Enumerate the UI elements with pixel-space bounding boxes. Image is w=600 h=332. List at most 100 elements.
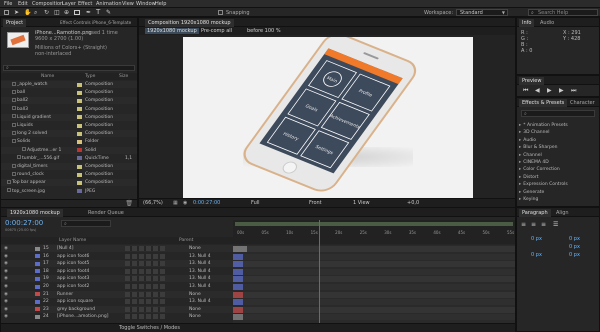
visibility-eye-icon[interactable]: ◉ — [4, 253, 8, 260]
project-item[interactable]: _apple_watch Composition — [1, 81, 137, 88]
trash-icon[interactable]: 🗑 — [125, 200, 133, 207]
project-item[interactable]: digital_timers Composition — [1, 163, 137, 170]
label-color-swatch[interactable] — [77, 82, 82, 87]
rect-tool-icon[interactable] — [74, 10, 80, 15]
label-color-swatch[interactable] — [77, 107, 82, 112]
layer-parent[interactable]: None — [189, 291, 201, 298]
col-name[interactable]: Name — [41, 73, 54, 80]
label-color-swatch[interactable] — [77, 189, 82, 194]
search-help-field[interactable]: ⌕ Search Help — [528, 9, 598, 16]
menu-window[interactable]: Window — [136, 1, 156, 7]
grid-icon[interactable]: ▦ — [173, 200, 178, 206]
layer-row[interactable]: ◉ 23 grey background None — [1, 305, 233, 313]
disclosure-triangle-icon[interactable]: ▸ — [519, 123, 521, 128]
layer-parent[interactable]: 13. Null 4 — [189, 253, 211, 260]
layer-switches[interactable] — [125, 299, 165, 305]
views-select[interactable]: 1 View — [353, 200, 370, 206]
tab-render-queue[interactable]: Render Queue — [85, 209, 127, 217]
layer-label-color[interactable] — [35, 299, 40, 304]
first-frame-icon[interactable]: ⏮ — [523, 87, 528, 95]
pan-behind-tool-icon[interactable]: ⊕ — [64, 9, 69, 16]
effects-category[interactable]: ▸ Color Correction — [519, 166, 599, 173]
workspace-select[interactable]: Standard ▼ — [456, 9, 508, 16]
layer-track-bar[interactable] — [233, 268, 515, 275]
space-before-value[interactable]: 0 px — [531, 252, 542, 258]
project-item[interactable]: ball2 Composition — [1, 97, 137, 105]
layer-in-segment[interactable] — [233, 306, 243, 313]
layer-track-bar[interactable] — [233, 306, 515, 313]
layer-row[interactable]: ◉ 22 app icon square 13. Null 4 — [1, 298, 233, 306]
effects-search[interactable]: ⌕ — [521, 110, 595, 117]
project-item[interactable]: Solids Folder — [1, 138, 137, 145]
layer-track-bar[interactable] — [233, 314, 515, 321]
visibility-eye-icon[interactable]: ◉ — [4, 245, 8, 252]
last-frame-icon[interactable]: ⏭ — [571, 87, 576, 95]
col-size[interactable]: Size — [119, 73, 128, 80]
snapping-checkbox[interactable] — [218, 10, 223, 15]
menu-composition[interactable]: Composition — [32, 1, 63, 7]
project-item[interactable]: ball Composition — [1, 89, 137, 96]
comp-canvas[interactable]: Main Profile Achievements Goals Settings… — [183, 37, 473, 198]
menu-animation[interactable]: Animation — [96, 1, 122, 7]
layer-label-color[interactable] — [35, 261, 40, 266]
layer-parent[interactable]: 13. Null 4 — [189, 260, 211, 267]
tab-effects-presets[interactable]: Effects & Presets — [519, 99, 568, 107]
project-search[interactable]: ⌕ — [3, 65, 135, 71]
layer-in-segment[interactable] — [233, 284, 243, 290]
work-area-bar[interactable] — [235, 222, 513, 226]
visibility-eye-icon[interactable]: ◉ — [4, 260, 8, 267]
layer-in-segment[interactable] — [233, 261, 243, 268]
hand-tool-icon[interactable]: ✋ — [24, 9, 31, 16]
menu-file[interactable]: File — [4, 1, 12, 7]
menu-effect[interactable]: Effect — [78, 1, 92, 7]
layer-in-segment[interactable] — [233, 291, 243, 298]
indent-first-value[interactable]: 0 px — [569, 244, 580, 250]
layer-track-bar[interactable] — [233, 276, 515, 283]
indent-right-value[interactable]: 0 px — [569, 236, 580, 242]
layer-switches[interactable] — [125, 306, 165, 312]
menu-help[interactable]: Help — [155, 1, 166, 7]
tab-paragraph[interactable]: Paragraph — [519, 209, 551, 217]
play-icon[interactable]: ▶ — [547, 87, 552, 94]
tab-align[interactable]: Align — [553, 209, 572, 217]
layer-parent[interactable]: None — [189, 306, 201, 313]
layer-in-segment[interactable] — [233, 299, 243, 306]
layer-in-segment[interactable] — [233, 276, 243, 283]
layer-label-color[interactable] — [35, 284, 40, 289]
visibility-eye-icon[interactable]: ◉ — [4, 283, 8, 290]
tab-effect-controls[interactable]: Effect Controls iPhone_6-Template — [57, 19, 134, 27]
label-color-swatch[interactable] — [77, 115, 82, 120]
project-item[interactable]: tumblr_...556.gif QuickTime 1,1 — [1, 155, 137, 162]
layer-label-color[interactable] — [35, 269, 40, 274]
tab-character[interactable]: Character — [567, 99, 598, 107]
zoom-select[interactable]: (66,7%) — [143, 200, 163, 206]
layer-parent[interactable]: 13. Null 4 — [189, 275, 211, 282]
layer-label-color[interactable] — [35, 307, 40, 312]
layer-track-bar[interactable] — [233, 253, 515, 260]
label-color-swatch[interactable] — [77, 139, 82, 144]
label-color-swatch[interactable] — [77, 156, 82, 161]
effects-category[interactable]: ▸ Generate — [519, 189, 599, 196]
tab-preview[interactable]: Preview — [519, 77, 545, 85]
layer-row[interactable]: ◉ 21 Runner None — [1, 290, 233, 298]
tab-info[interactable]: Info — [519, 19, 535, 27]
layer-in-segment[interactable] — [233, 268, 243, 275]
prev-frame-icon[interactable]: ◀ — [535, 87, 540, 94]
text-tool-icon[interactable]: T — [96, 8, 100, 16]
layer-row[interactable]: ◉ 17 app icon foot5 13. Null 4 — [1, 260, 233, 268]
effects-category[interactable]: ▸ Blur & Sharpen — [519, 144, 599, 151]
project-item[interactable]: top_screen.jpg JPEG — [1, 188, 137, 195]
visibility-eye-icon[interactable]: ◉ — [4, 313, 8, 320]
layer-switches[interactable] — [125, 314, 165, 320]
timeline-timecode[interactable]: 0:00:27:00 — [5, 219, 43, 227]
effects-category[interactable]: ▸ Keying — [519, 196, 599, 203]
layer-parent[interactable]: 13. Null 4 — [189, 283, 211, 290]
label-color-swatch[interactable] — [77, 98, 82, 103]
camera-tool-icon[interactable]: ◫ — [54, 9, 60, 16]
layer-label-color[interactable] — [35, 292, 40, 297]
layer-in-segment[interactable] — [233, 314, 243, 321]
layer-switches[interactable] — [125, 253, 165, 259]
effects-category[interactable]: ▸ * Animation Presets — [519, 122, 599, 129]
layer-label-color[interactable] — [35, 314, 40, 319]
disclosure-triangle-icon[interactable]: ▸ — [519, 130, 521, 135]
